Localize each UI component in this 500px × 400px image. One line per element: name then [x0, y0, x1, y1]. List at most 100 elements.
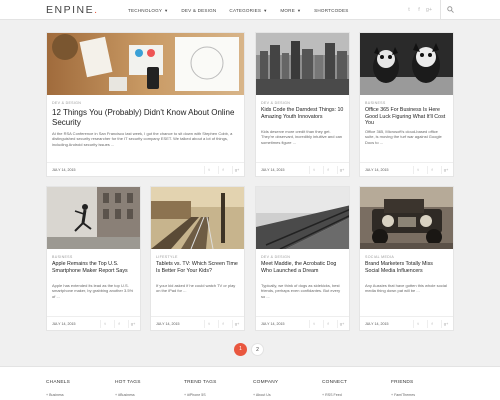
footer-heading: TREND TAGS [184, 380, 217, 385]
facebook-icon[interactable]: f [414, 7, 424, 13]
post-card[interactable]: DEV & DESIGN Kids Code the Darndest Thin… [255, 32, 350, 177]
post-card[interactable]: DEV & DESIGN 12 Things You (Probably) Di… [46, 32, 245, 177]
post-thumbnail[interactable] [256, 33, 349, 95]
footer-column-company: COMPANY + About Us [253, 380, 278, 397]
post-footer: JULY 14, 2015 t f g+ [256, 316, 349, 330]
post-thumbnail[interactable] [47, 187, 140, 249]
footer-column-hot-tags: HOT TAGS + #Business [115, 380, 141, 397]
post-category[interactable]: DEV & DESIGN [261, 101, 290, 105]
post-title[interactable]: Apple Remains the Top U.S. Smartphone Ma… [52, 261, 135, 274]
post-date: JULY 14, 2015 [52, 322, 76, 326]
twitter-icon[interactable]: t [100, 320, 109, 328]
post-footer: JULY 14, 2015 t f g+ [360, 162, 453, 176]
post-card[interactable]: SOCIAL MEDIA Brand Marketers Totally Mis… [359, 186, 454, 331]
nav-item-dev-design[interactable]: DEV & DESIGN [181, 8, 216, 13]
post-thumbnail[interactable] [47, 33, 244, 95]
post-title[interactable]: Meet Maddie, the Acrobatic Dog Who Launc… [261, 261, 344, 274]
footer-link[interactable]: + About Us [253, 393, 278, 397]
post-date: JULY 14, 2015 [261, 322, 285, 326]
footer-column-connect: CONNECT + RSS Feed [322, 380, 347, 397]
google-plus-icon[interactable]: g+ [424, 7, 434, 13]
post-date: JULY 14, 2015 [365, 168, 389, 172]
google-plus-icon[interactable]: g+ [337, 166, 346, 174]
post-thumbnail[interactable] [151, 187, 244, 249]
facebook-icon[interactable]: f [218, 320, 227, 328]
site-logo[interactable]: ENPINE. [46, 4, 99, 16]
post-title[interactable]: Office 365 For Business Is Here Good Luc… [365, 107, 448, 127]
post-excerpt: Apple has extended its lead as the top U… [52, 283, 134, 299]
page-1-button[interactable]: 1 [234, 343, 247, 356]
post-date: JULY 14, 2015 [261, 168, 285, 172]
footer-heading: HOT TAGS [115, 380, 141, 385]
post-excerpt: If your kid asked if he could watch TV o… [156, 283, 236, 294]
google-plus-icon[interactable]: g+ [337, 320, 346, 328]
post-category[interactable]: BUSINESS [52, 255, 73, 259]
post-title[interactable]: Kids Code the Darndest Things: 10 Amazin… [261, 107, 344, 120]
footer-heading: FRIENDS [391, 380, 414, 385]
post-title[interactable]: Tablets vs. TV: Which Screen Time Is Bet… [156, 261, 239, 274]
twitter-icon[interactable]: t [309, 166, 318, 174]
post-footer: JULY 14, 2015 t f g+ [47, 316, 140, 330]
post-excerpt: Office 365, Microsoft's cloud-based offi… [365, 129, 442, 145]
post-thumbnail[interactable] [360, 33, 453, 95]
post-category[interactable]: LIFESTYLE [156, 255, 178, 259]
footer-link[interactable]: + #Business [115, 393, 141, 397]
post-category[interactable]: DEV & DESIGN [52, 101, 81, 105]
chevron-down-icon: ▼ [164, 7, 169, 13]
post-card[interactable]: LIFESTYLE Tablets vs. TV: Which Screen T… [150, 186, 245, 331]
page-2-button[interactable]: 2 [251, 343, 264, 356]
post-excerpt: Kids deserve more credit than they get. … [261, 129, 343, 145]
google-plus-icon[interactable]: g+ [232, 166, 241, 174]
post-title[interactable]: 12 Things You (Probably) Didn't Know Abo… [52, 108, 239, 128]
footer-link[interactable]: + Business [46, 393, 70, 397]
twitter-icon[interactable]: t [413, 320, 422, 328]
facebook-icon[interactable]: f [218, 166, 227, 174]
post-title[interactable]: Brand Marketers Totally Miss Social Medi… [365, 261, 448, 274]
search-icon[interactable] [447, 5, 454, 15]
nav-item-shortcodes[interactable]: SHORTCODES [314, 8, 348, 13]
facebook-icon[interactable]: f [323, 166, 332, 174]
google-plus-icon[interactable]: g+ [441, 166, 450, 174]
facebook-icon[interactable]: f [114, 320, 123, 328]
nav-item-more[interactable]: MORE ▼ [280, 8, 301, 13]
twitter-icon[interactable]: t [204, 320, 213, 328]
twitter-icon[interactable]: t [204, 166, 213, 174]
post-date: JULY 14, 2015 [52, 168, 76, 172]
post-footer: JULY 14, 2015 t f g+ [47, 162, 244, 176]
post-date: JULY 14, 2015 [365, 322, 389, 326]
google-plus-icon[interactable]: g+ [232, 320, 241, 328]
facebook-icon[interactable]: f [427, 320, 436, 328]
footer-column-friends: FRIENDS + FamiThemes [391, 380, 415, 397]
post-card[interactable]: BUSINESS Apple Remains the Top U.S. Smar… [46, 186, 141, 331]
post-excerpt: Typically, we think of dogs as sidekicks… [261, 283, 341, 299]
post-card[interactable]: BUSINESS Office 365 For Business Is Here… [359, 32, 454, 177]
twitter-icon[interactable]: t [309, 320, 318, 328]
post-category[interactable]: BUSINESS [365, 101, 386, 105]
post-category[interactable]: DEV & DESIGN [261, 255, 290, 259]
footer-heading: CHANELS [46, 380, 71, 385]
post-footer: JULY 14, 2015 t f g+ [360, 316, 453, 330]
post-date: JULY 14, 2015 [156, 322, 180, 326]
footer-heading: COMPANY [253, 380, 279, 385]
google-plus-icon[interactable]: g+ [128, 320, 137, 328]
twitter-icon[interactable]: t [413, 166, 422, 174]
post-thumbnail[interactable] [256, 187, 349, 249]
footer-heading: CONNECT [322, 380, 348, 385]
facebook-icon[interactable]: f [427, 166, 436, 174]
header-social: t f g+ [404, 0, 454, 20]
post-footer: JULY 14, 2015 t f g+ [256, 162, 349, 176]
divider [440, 0, 441, 20]
footer-column-chanels: CHANELS + Business [46, 380, 70, 397]
post-card[interactable]: DEV & DESIGN Meet Maddie, the Acrobatic … [255, 186, 350, 331]
post-thumbnail[interactable] [360, 187, 453, 249]
facebook-icon[interactable]: f [323, 320, 332, 328]
post-category[interactable]: SOCIAL MEDIA [365, 255, 394, 259]
chevron-down-icon: ▼ [296, 7, 302, 13]
footer-link[interactable]: + #iPhone 5S [184, 393, 216, 397]
footer-link[interactable]: + RSS Feed [322, 393, 347, 397]
twitter-icon[interactable]: t [404, 7, 414, 13]
google-plus-icon[interactable]: g+ [441, 320, 450, 328]
nav-item-technology[interactable]: TECHNOLOGY ▼ [128, 8, 168, 13]
footer-link[interactable]: + FamiThemes [391, 393, 415, 397]
nav-item-categories[interactable]: CATEGORIES ▼ [229, 8, 267, 13]
